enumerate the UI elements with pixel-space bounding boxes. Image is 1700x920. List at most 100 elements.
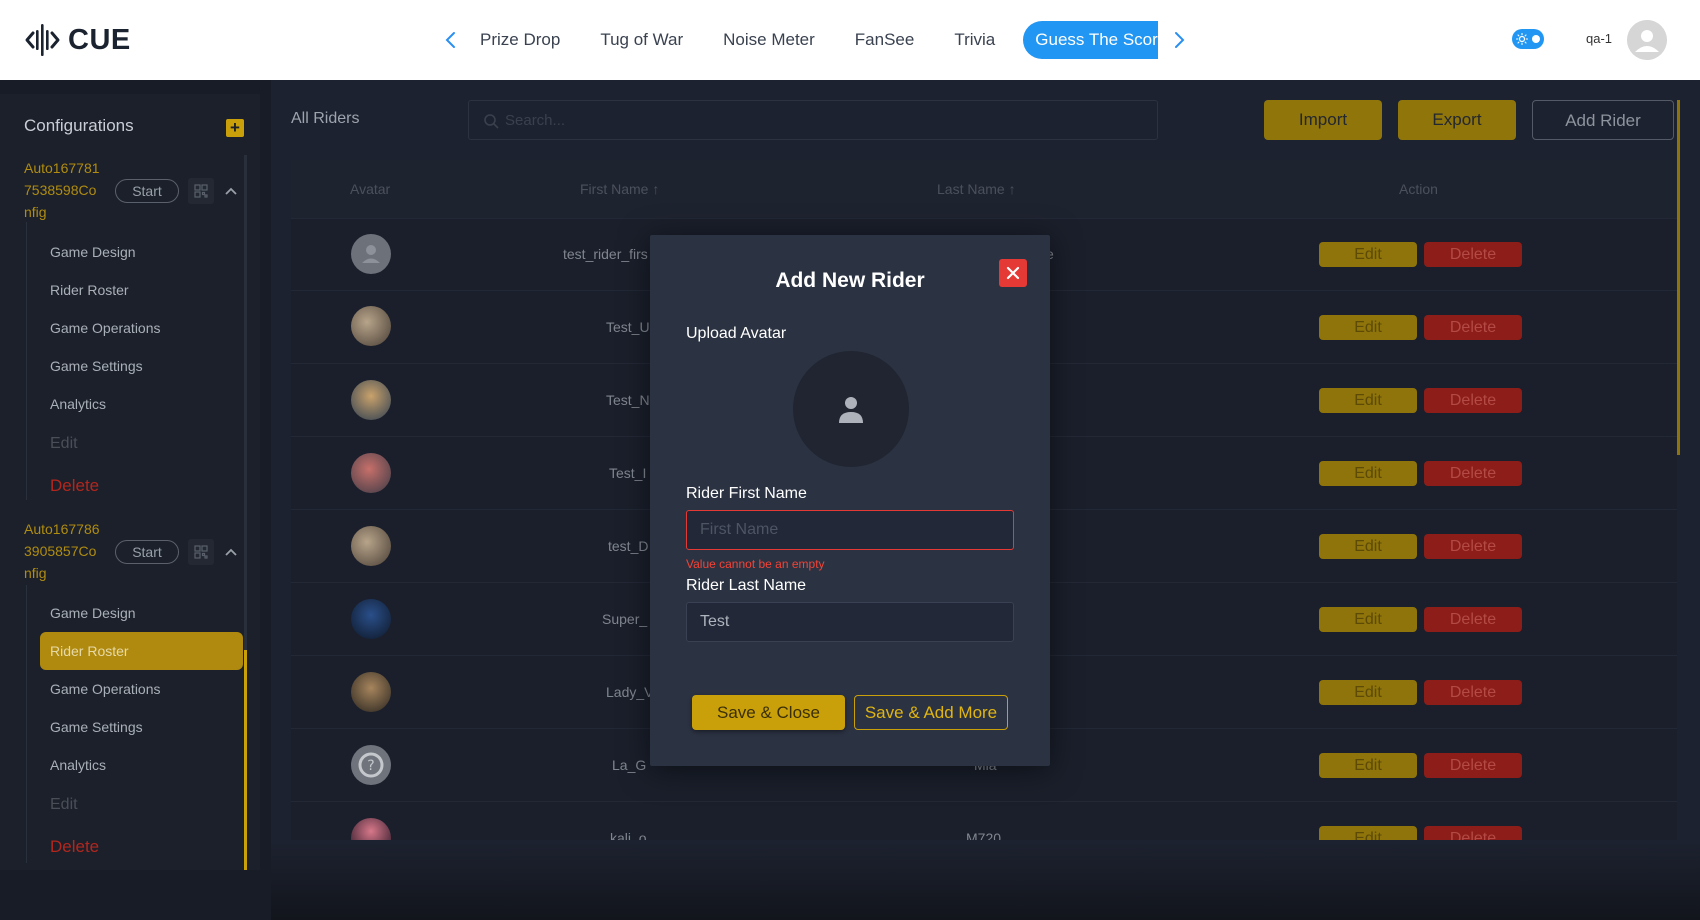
sidebar-title: Configurations bbox=[24, 116, 134, 135]
export-button[interactable]: Export bbox=[1398, 100, 1516, 140]
sidebar-item-rider-roster[interactable]: Rider Roster bbox=[50, 282, 129, 298]
theme-toggle[interactable] bbox=[1512, 29, 1544, 49]
row-delete-button[interactable]: Delete bbox=[1424, 753, 1522, 778]
column-header-label: Last Name bbox=[937, 181, 1005, 197]
tab-prize-drop[interactable]: Prize Drop bbox=[468, 21, 580, 59]
rider-first-name: Test_I bbox=[609, 465, 647, 481]
sidebar-item-game-settings[interactable]: Game Settings bbox=[50, 719, 143, 735]
chevron-up-icon[interactable] bbox=[224, 545, 238, 559]
sidebar-item-rider-roster[interactable]: Rider Roster bbox=[50, 643, 129, 659]
rider-avatar bbox=[351, 234, 391, 274]
tab-trivia[interactable]: Trivia bbox=[934, 21, 1015, 59]
column-header-action: Action bbox=[1399, 181, 1438, 197]
config-name-line: nfig bbox=[24, 204, 47, 220]
sidebar-item-analytics[interactable]: Analytics bbox=[50, 757, 106, 773]
row-edit-button[interactable]: Edit bbox=[1319, 534, 1417, 559]
config-name[interactable]: Auto167781 7538598Co nfig bbox=[24, 157, 114, 223]
nav-next-arrow-icon[interactable] bbox=[1168, 26, 1192, 54]
config-name-line: 3905857Co bbox=[24, 543, 97, 559]
tab-noise-meter[interactable]: Noise Meter bbox=[703, 21, 835, 59]
config-name-line: Auto167781 bbox=[24, 160, 100, 176]
question-mark-icon: ? bbox=[358, 752, 384, 778]
qr-code-icon[interactable] bbox=[188, 178, 214, 204]
add-rider-button[interactable]: Add Rider bbox=[1532, 100, 1674, 140]
sidebar-edit-link[interactable]: Edit bbox=[50, 435, 78, 453]
footer-area bbox=[271, 840, 1700, 920]
row-delete-button[interactable]: Delete bbox=[1424, 242, 1522, 267]
rider-last-name: M720 bbox=[966, 830, 1002, 840]
tab-tug-of-war[interactable]: Tug of War bbox=[580, 21, 703, 59]
user-icon bbox=[362, 245, 380, 263]
chevron-up-icon[interactable] bbox=[224, 184, 238, 198]
sidebar-edit-link[interactable]: Edit bbox=[50, 796, 78, 814]
last-name-label: Rider Last Name bbox=[686, 577, 807, 594]
nav-prev-arrow-icon[interactable] bbox=[438, 26, 462, 54]
rider-avatar bbox=[351, 599, 391, 639]
username: qa-1 bbox=[1586, 31, 1613, 46]
sidebar-delete-link[interactable]: Delete bbox=[50, 837, 99, 857]
row-delete-button[interactable]: Delete bbox=[1424, 607, 1522, 632]
modal-title: Add New Rider bbox=[775, 269, 925, 292]
sidebar-delete-link[interactable]: Delete bbox=[50, 476, 99, 496]
brand-logo[interactable]: CUE bbox=[24, 20, 131, 60]
row-delete-button[interactable]: Delete bbox=[1424, 388, 1522, 413]
main-scrollbar[interactable] bbox=[1677, 100, 1680, 455]
config-name-line: Auto167786 bbox=[24, 521, 100, 537]
row-edit-button[interactable]: Edit bbox=[1319, 753, 1417, 778]
tab-guess-the-score[interactable]: Guess The Score bbox=[1023, 21, 1158, 59]
search-placeholder: Search... bbox=[505, 112, 566, 129]
rider-avatar bbox=[351, 380, 391, 420]
row-delete-button[interactable]: Delete bbox=[1424, 315, 1522, 340]
row-edit-button[interactable]: Edit bbox=[1319, 461, 1417, 486]
start-button[interactable]: Start bbox=[115, 540, 179, 564]
page-title: All Riders bbox=[291, 110, 360, 127]
tab-fansee[interactable]: FanSee bbox=[835, 21, 935, 59]
save-close-button[interactable]: Save & Close bbox=[692, 695, 845, 730]
rider-avatar: ? bbox=[351, 745, 391, 785]
sidebar-item-analytics[interactable]: Analytics bbox=[50, 396, 106, 412]
rider-first-name: Test_N bbox=[606, 392, 650, 408]
close-icon[interactable] bbox=[999, 259, 1027, 287]
rider-first-name: Super_ bbox=[602, 611, 648, 627]
column-header-label: First Name bbox=[580, 181, 649, 197]
start-button[interactable]: Start bbox=[115, 179, 179, 203]
sort-arrow-icon: ↑ bbox=[652, 181, 660, 197]
row-delete-button[interactable]: Delete bbox=[1424, 534, 1522, 559]
game-tabs: Prize Drop Tug of War Noise Meter FanSee… bbox=[468, 21, 1158, 59]
last-name-field[interactable] bbox=[686, 602, 1014, 642]
sidebar-item-game-settings[interactable]: Game Settings bbox=[50, 358, 143, 374]
column-header-last-name[interactable]: Last Name ↑ bbox=[937, 181, 1016, 197]
row-divider bbox=[291, 801, 1677, 802]
user-icon bbox=[839, 397, 863, 423]
row-edit-button[interactable]: Edit bbox=[1319, 315, 1417, 340]
row-edit-button[interactable]: Edit bbox=[1319, 242, 1417, 267]
user-icon bbox=[1627, 20, 1667, 60]
row-edit-button[interactable]: Edit bbox=[1319, 607, 1417, 632]
save-add-more-button[interactable]: Save & Add More bbox=[854, 695, 1008, 730]
row-edit-button[interactable]: Edit bbox=[1319, 680, 1417, 705]
add-rider-modal: Add New Rider Upload Avatar Rider First … bbox=[650, 235, 1050, 766]
sidebar-item-game-design[interactable]: Game Design bbox=[50, 244, 136, 260]
first-name-label: Rider First Name bbox=[686, 485, 807, 502]
row-divider bbox=[291, 218, 1677, 219]
search-input[interactable]: Search... bbox=[468, 100, 1158, 140]
row-delete-button[interactable]: Delete bbox=[1424, 826, 1522, 840]
row-edit-button[interactable]: Edit bbox=[1319, 388, 1417, 413]
sidebar-scrollbar-thumb[interactable] bbox=[244, 650, 247, 870]
config-name[interactable]: Auto167786 3905857Co nfig bbox=[24, 518, 114, 584]
column-header-first-name[interactable]: First Name ↑ bbox=[580, 181, 659, 197]
row-delete-button[interactable]: Delete bbox=[1424, 461, 1522, 486]
row-delete-button[interactable]: Delete bbox=[1424, 680, 1522, 705]
sidebar-item-game-design[interactable]: Game Design bbox=[50, 605, 136, 621]
tree-guide-line bbox=[26, 222, 27, 500]
rider-first-name: La_G bbox=[612, 757, 647, 773]
avatar-upload[interactable] bbox=[793, 351, 909, 467]
import-button[interactable]: Import bbox=[1264, 100, 1382, 140]
sidebar-item-game-operations[interactable]: Game Operations bbox=[50, 320, 161, 336]
first-name-field[interactable] bbox=[686, 510, 1014, 550]
add-config-plus-icon[interactable]: + bbox=[226, 119, 244, 137]
user-avatar[interactable] bbox=[1627, 20, 1667, 60]
qr-code-icon[interactable] bbox=[188, 539, 214, 565]
sidebar-item-game-operations[interactable]: Game Operations bbox=[50, 681, 161, 697]
row-edit-button[interactable]: Edit bbox=[1319, 826, 1417, 840]
